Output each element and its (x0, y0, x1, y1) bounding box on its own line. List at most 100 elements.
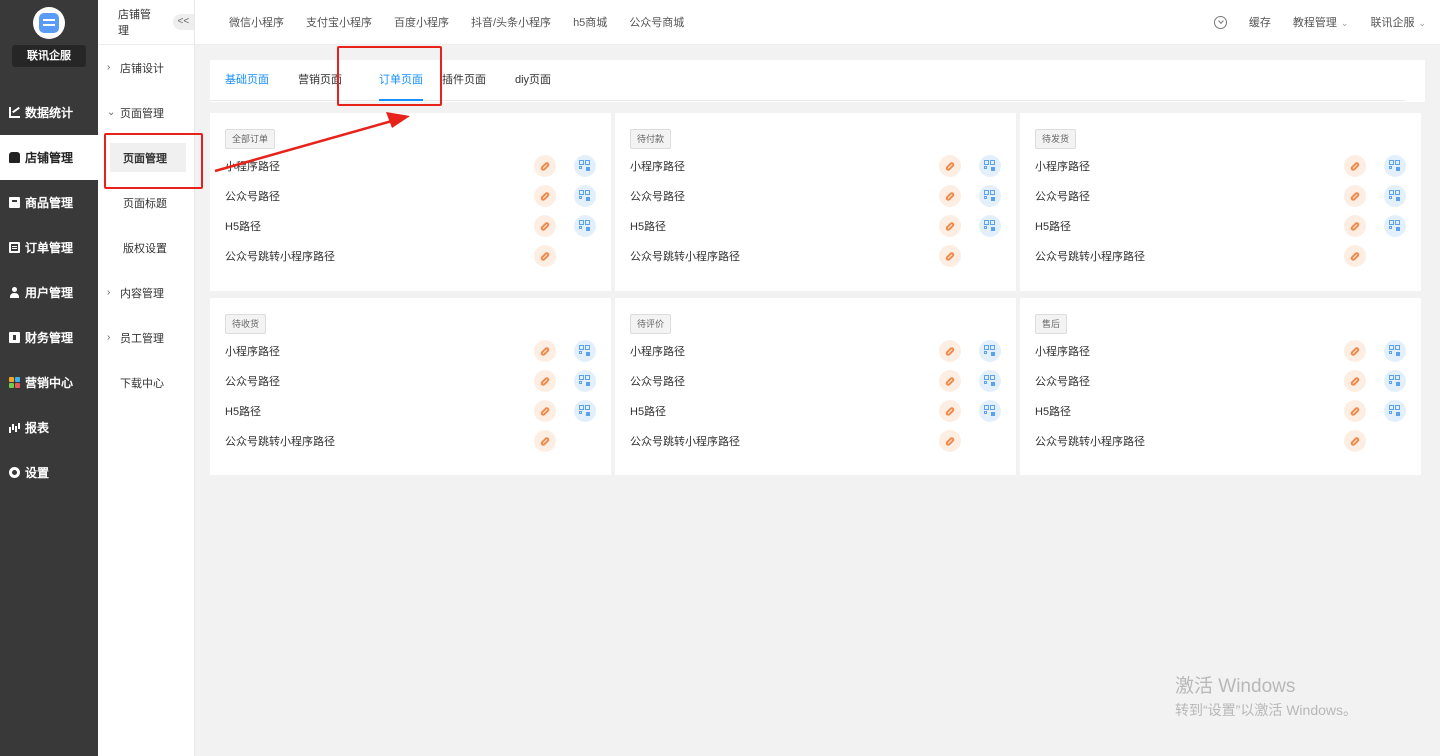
sub-item-download-center[interactable]: 下载中心 (98, 360, 194, 405)
tutorial-menu[interactable]: 教程管理 ⌄ (1293, 14, 1349, 30)
copy-link-icon[interactable] (939, 185, 961, 207)
copy-link-icon[interactable] (1344, 185, 1366, 207)
copy-link-icon[interactable] (534, 215, 556, 237)
path-row-h5: H5路径 (1035, 396, 1406, 426)
qrcode-icon[interactable] (979, 185, 1001, 207)
nav-item-shop-management[interactable]: 店铺管理 (0, 135, 98, 180)
nav-item-user-management[interactable]: 用户管理 (0, 270, 98, 315)
order-page-card: 全部订单 小程序路径 公众号路径 H5路径 公众号跳转小程序路径 (210, 113, 611, 291)
copy-link-icon[interactable] (1344, 370, 1366, 392)
nav-item-order-management[interactable]: 订单管理 (0, 225, 98, 270)
copy-link-icon[interactable] (939, 155, 961, 177)
qrcode-icon[interactable] (979, 215, 1001, 237)
copy-link-icon[interactable] (534, 155, 556, 177)
cache-button[interactable]: 缓存 (1249, 14, 1271, 30)
copy-link-icon[interactable] (1344, 400, 1366, 422)
nav-item-reports[interactable]: 报表 (0, 405, 98, 450)
tab-diy-page[interactable]: diy页面 (515, 60, 551, 101)
copy-link-icon[interactable] (534, 185, 556, 207)
nav-label: 报表 (25, 421, 50, 435)
copy-link-icon[interactable] (939, 400, 961, 422)
copy-link-icon[interactable] (939, 215, 961, 237)
account-menu[interactable]: 联讯企服 ⌄ (1370, 14, 1426, 30)
copy-link-icon[interactable] (534, 245, 556, 267)
chevron-down-icon: ⌄ (107, 107, 116, 118)
tab-alipay-mini[interactable]: 支付宝小程序 (306, 14, 372, 30)
qrcode-icon[interactable] (979, 400, 1001, 422)
copy-link-icon[interactable] (1344, 215, 1366, 237)
sub-sidebar-header: 店铺管理 << (98, 0, 194, 45)
logo-icon (33, 7, 65, 39)
sub-item-shop-design[interactable]: › 店铺设计 (98, 45, 194, 90)
qrcode-icon[interactable] (574, 185, 596, 207)
qrcode-icon[interactable] (574, 215, 596, 237)
tab-marketing-page[interactable]: 营销页面 (298, 60, 342, 101)
path-row-mp-to-mini: 公众号跳转小程序路径 (630, 426, 1001, 456)
qrcode-icon[interactable] (979, 370, 1001, 392)
copy-link-icon[interactable] (534, 430, 556, 452)
nav-item-settings[interactable]: 设置 (0, 450, 98, 495)
nav-item-finance-management[interactable]: 财务管理 (0, 315, 98, 360)
qrcode-icon[interactable] (574, 370, 596, 392)
order-page-card: 待评价 小程序路径 公众号路径 H5路径 公众号跳转小程序路径 (615, 298, 1016, 475)
sub-item-content-management[interactable]: › 内容管理 (98, 270, 194, 315)
copy-link-icon[interactable] (534, 400, 556, 422)
qrcode-icon[interactable] (1384, 215, 1406, 237)
qrcode-icon[interactable] (574, 155, 596, 177)
path-label: H5路径 (1035, 221, 1072, 233)
status-tag: 待发货 (1035, 129, 1077, 149)
qrcode-icon[interactable] (979, 340, 1001, 362)
qrcode-icon[interactable] (1384, 155, 1406, 177)
qrcode-icon[interactable] (1384, 370, 1406, 392)
path-label: 公众号路径 (1035, 376, 1090, 388)
sub-item-staff-management[interactable]: › 员工管理 (98, 315, 194, 360)
nav-item-marketing-center[interactable]: 营销中心 (0, 360, 98, 405)
qrcode-icon[interactable] (979, 155, 1001, 177)
status-tag: 售后 (1035, 314, 1068, 334)
qrcode-icon[interactable] (574, 400, 596, 422)
path-row-mini: 小程序路径 (225, 336, 596, 366)
tab-basic-page[interactable]: 基础页面 (225, 60, 269, 101)
sub-item-page-management-child[interactable]: 页面管理 (110, 143, 186, 172)
tab-wechat-mini[interactable]: 微信小程序 (229, 14, 284, 30)
tab-h5-mall[interactable]: h5商城 (573, 14, 607, 30)
path-row-mp-to-mini: 公众号跳转小程序路径 (1035, 241, 1406, 271)
logo-area: 联讯企服 (0, 0, 98, 90)
order-page-card: 待发货 小程序路径 公众号路径 H5路径 公众号跳转小程序路径 (1020, 113, 1421, 291)
sub-item-page-title[interactable]: 页面标题 (98, 180, 194, 225)
copy-link-icon[interactable] (939, 430, 961, 452)
copy-link-icon[interactable] (939, 245, 961, 267)
copy-link-icon[interactable] (1344, 245, 1366, 267)
nav-item-data-stats[interactable]: 数据统计 (0, 90, 98, 135)
tab-mp-mall[interactable]: 公众号商城 (629, 14, 684, 30)
path-label: 公众号路径 (630, 376, 685, 388)
path-row-mp-to-mini: 公众号跳转小程序路径 (225, 241, 596, 271)
path-row-mp: 公众号路径 (630, 181, 1001, 211)
sub-item-label: 店铺设计 (120, 62, 164, 75)
copy-link-icon[interactable] (939, 370, 961, 392)
copy-link-icon[interactable] (1344, 430, 1366, 452)
tab-order-page[interactable]: 订单页面 (379, 60, 423, 101)
sub-item-copyright[interactable]: 版权设置 (98, 225, 194, 270)
copy-link-icon[interactable] (1344, 155, 1366, 177)
tab-baidu-mini[interactable]: 百度小程序 (394, 14, 449, 30)
windows-activation-watermark: 激活 Windows 转到“设置”以激活 Windows。 (1175, 671, 1357, 720)
order-icon (9, 242, 20, 253)
download-icon[interactable] (1213, 15, 1227, 29)
copy-link-icon[interactable] (534, 340, 556, 362)
copy-link-icon[interactable] (1344, 340, 1366, 362)
collapse-button[interactable]: << (172, 14, 194, 30)
sub-item-page-management[interactable]: ⌄ 页面管理 (98, 90, 194, 135)
qrcode-icon[interactable] (574, 340, 596, 362)
copy-link-icon[interactable] (534, 370, 556, 392)
nav-item-goods-management[interactable]: 商品管理 (0, 180, 98, 225)
finance-icon (9, 332, 20, 343)
tab-plugin-page[interactable]: 插件页面 (442, 60, 486, 101)
tab-douyin-mini[interactable]: 抖音/头条小程序 (471, 14, 551, 30)
path-label: 公众号跳转小程序路径 (630, 436, 740, 448)
qrcode-icon[interactable] (1384, 185, 1406, 207)
qrcode-icon[interactable] (1384, 340, 1406, 362)
copy-link-icon[interactable] (939, 340, 961, 362)
path-label: 小程序路径 (630, 346, 685, 358)
qrcode-icon[interactable] (1384, 400, 1406, 422)
